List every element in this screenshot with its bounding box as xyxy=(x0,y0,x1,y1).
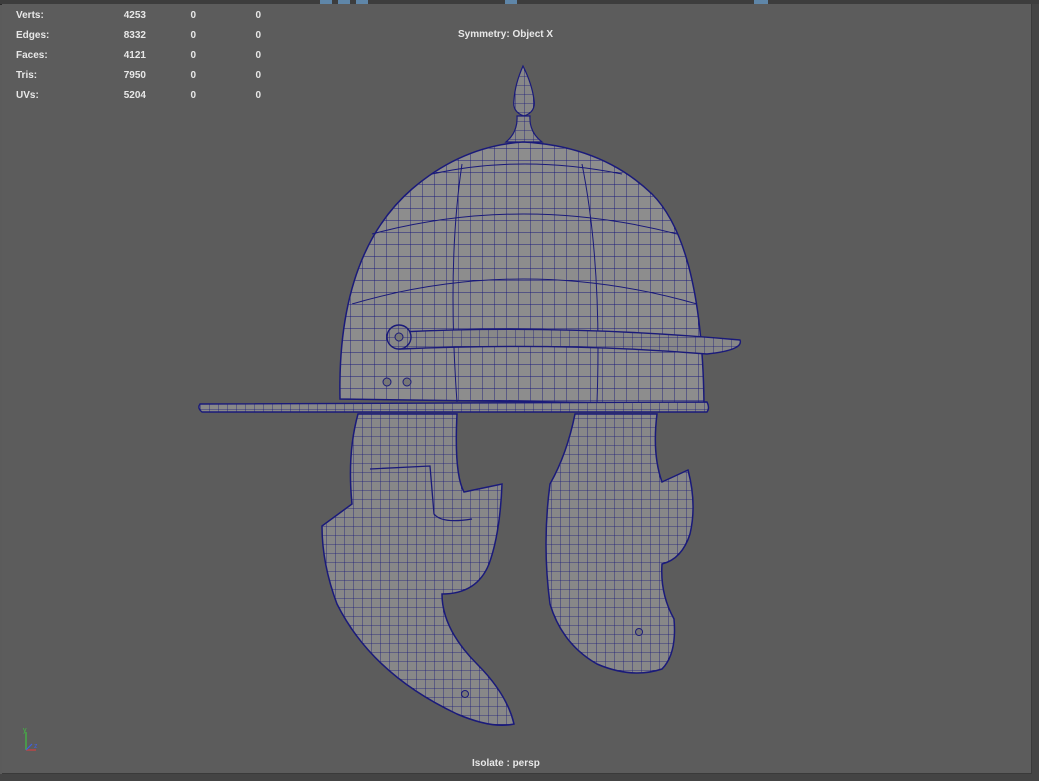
helmet-mesh[interactable] xyxy=(2,4,1031,773)
axis-z-label: z xyxy=(34,743,38,750)
cheek-guard-right xyxy=(545,413,694,674)
helmet-dome xyxy=(339,141,705,405)
perspective-viewport[interactable]: Verts: 4253 0 0 Edges: 8332 0 0 Faces: 4… xyxy=(2,4,1033,775)
view-axis-gizmo: y z xyxy=(23,727,38,751)
viewport-right-border xyxy=(1032,4,1039,781)
camera-label: Isolate : persp xyxy=(472,758,540,769)
axis-y-label: y xyxy=(23,727,27,734)
cheek-guard-left xyxy=(321,413,515,726)
viewport-bottom-border xyxy=(0,774,1039,781)
helmet-finial xyxy=(504,64,544,143)
helmet-brim xyxy=(198,401,710,413)
